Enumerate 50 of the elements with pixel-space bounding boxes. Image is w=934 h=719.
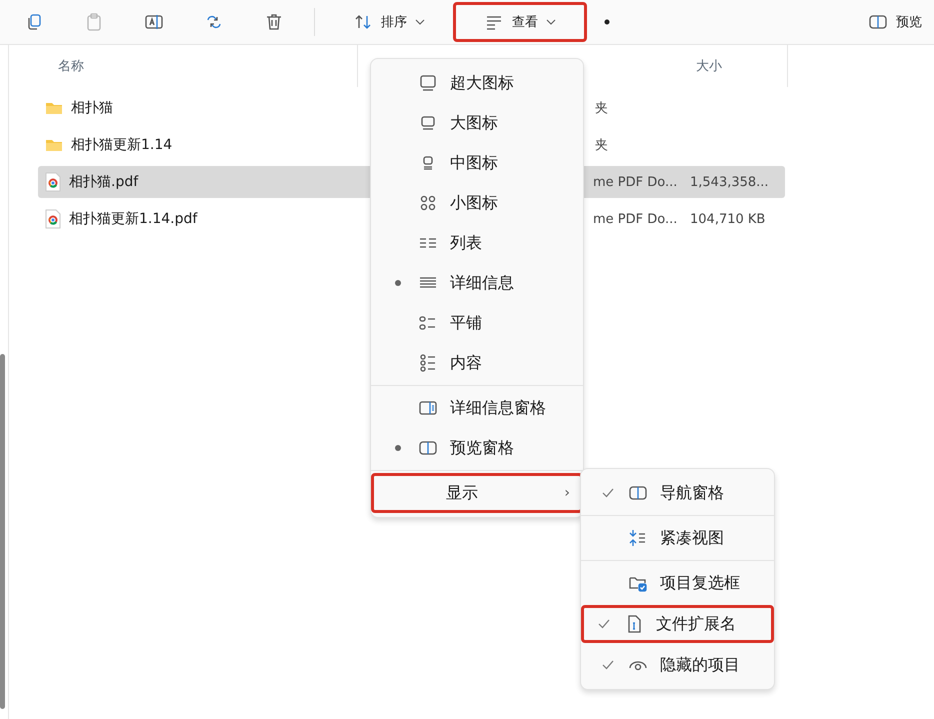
monitor-icon	[418, 73, 438, 93]
menu-item[interactable]: 大图标	[375, 103, 579, 143]
file-size: 104,710 KB	[690, 212, 766, 226]
file-type: me PDF Do...	[592, 212, 678, 226]
menu-item[interactable]: 超大图标	[375, 63, 579, 103]
menu-item[interactable]: 中图标	[375, 143, 579, 183]
menu-item[interactable]: 平铺	[375, 303, 579, 343]
bullet-icon	[395, 445, 401, 451]
check-icon	[602, 488, 614, 498]
bullet-icon	[395, 280, 401, 286]
grid-icon	[418, 193, 438, 213]
menu-item[interactable]: 导航窗格	[585, 473, 770, 513]
delete-icon	[264, 12, 284, 32]
menu-item[interactable]: 文件扩展名	[581, 605, 774, 643]
file-name: 相扑猫.pdf	[69, 173, 138, 191]
file-name: 相扑猫更新1.14	[71, 136, 172, 154]
preview-button[interactable]: 预览	[868, 2, 922, 42]
menu-item[interactable]: 紧凑视图	[585, 518, 770, 558]
browser-file-icon	[45, 172, 61, 192]
menu-item[interactable]: 隐藏的项目	[585, 645, 770, 685]
check-icon	[602, 660, 614, 670]
menu-item[interactable]: 详细信息窗格	[375, 388, 579, 428]
more-icon	[604, 19, 610, 25]
folder-icon	[45, 137, 63, 153]
file-name: 相扑猫更新1.14.pdf	[69, 210, 198, 228]
chevron-icon	[415, 19, 425, 25]
browser-file-icon	[45, 209, 61, 229]
file-name: 相扑猫	[71, 99, 113, 117]
menu-item[interactable]: 小图标	[375, 183, 579, 223]
file-type: 夹	[594, 137, 609, 154]
menu-item[interactable]: 预览窗格	[375, 428, 579, 468]
file-type: 夹	[594, 100, 609, 117]
menu-item[interactable]: 列表	[375, 223, 579, 263]
column-header[interactable]: 大小	[688, 45, 788, 87]
menu-item[interactable]: 项目复选框	[585, 563, 770, 603]
toolbar-button[interactable]: 排序	[325, 2, 453, 42]
compact-icon	[628, 528, 648, 548]
file-size: 1,543,358...	[690, 174, 770, 190]
chevron-icon: ›	[564, 485, 570, 501]
column-header[interactable]: 名称	[38, 45, 358, 87]
content-icon	[418, 353, 438, 373]
toolbar-button[interactable]: 查看	[453, 2, 587, 42]
file-type: me PDF Do...	[592, 174, 678, 190]
menu-item[interactable]: 详细信息	[375, 263, 579, 303]
folder-icon	[45, 100, 63, 116]
menu-item[interactable]: 内容	[375, 343, 579, 383]
chevron-icon	[546, 19, 556, 25]
check-icon	[598, 619, 610, 629]
scrollbar[interactable]	[0, 354, 5, 709]
rename-icon	[144, 12, 164, 32]
